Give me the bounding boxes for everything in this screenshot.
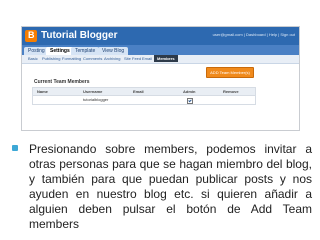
section-title: Current Team Members [34, 79, 90, 85]
subtab-basic[interactable]: Basic [28, 56, 38, 61]
add-team-members-button[interactable]: ADD Team Member(s) [206, 67, 254, 78]
admin-checkbox[interactable] [187, 98, 193, 104]
main-tabs: Posting Settings Template View Blog [22, 45, 299, 55]
col-username: Username [83, 89, 103, 94]
row-username: tutorialblogger [83, 97, 109, 102]
subtab-site-feed[interactable]: Site Feed [124, 56, 141, 61]
col-email: Email [133, 89, 144, 94]
blogger-header: Tutorial Blogger user@gmail.com | Dashbo… [22, 27, 299, 45]
blogger-logo-icon [25, 30, 37, 42]
subtab-comments[interactable]: Comments [83, 56, 102, 61]
user-links[interactable]: user@gmail.com | Dashboard | Help | Sign… [213, 32, 295, 37]
tab-template[interactable]: Template [71, 47, 100, 55]
table-header: Name Username Email Admin Remove [33, 88, 255, 96]
subtab-archiving[interactable]: Archiving [104, 56, 120, 61]
blogger-screenshot: Tutorial Blogger user@gmail.com | Dashbo… [21, 26, 300, 131]
col-name: Name [37, 89, 48, 94]
table-row: tutorialblogger [33, 96, 255, 104]
tab-view-blog[interactable]: View Blog [98, 47, 129, 55]
col-admin: Admin [183, 89, 196, 94]
subtab-members[interactable]: Members [154, 55, 178, 62]
members-table: Name Username Email Admin Remove tutoria… [32, 87, 256, 105]
settings-subtabs: Basic Publishing Formatting Comments Arc… [22, 55, 299, 64]
subtab-formatting[interactable]: Formatting [62, 56, 81, 61]
subtab-email[interactable]: Email [142, 56, 152, 61]
caption-text: Presionando sobre members, podemos invit… [29, 142, 312, 231]
tab-posting[interactable]: Posting [24, 47, 49, 55]
subtab-publishing[interactable]: Publishing [42, 56, 60, 61]
bullet-icon [12, 145, 18, 151]
app-title: Tutorial Blogger [41, 30, 118, 41]
col-remove: Remove [223, 89, 239, 94]
tab-settings[interactable]: Settings [46, 47, 74, 55]
